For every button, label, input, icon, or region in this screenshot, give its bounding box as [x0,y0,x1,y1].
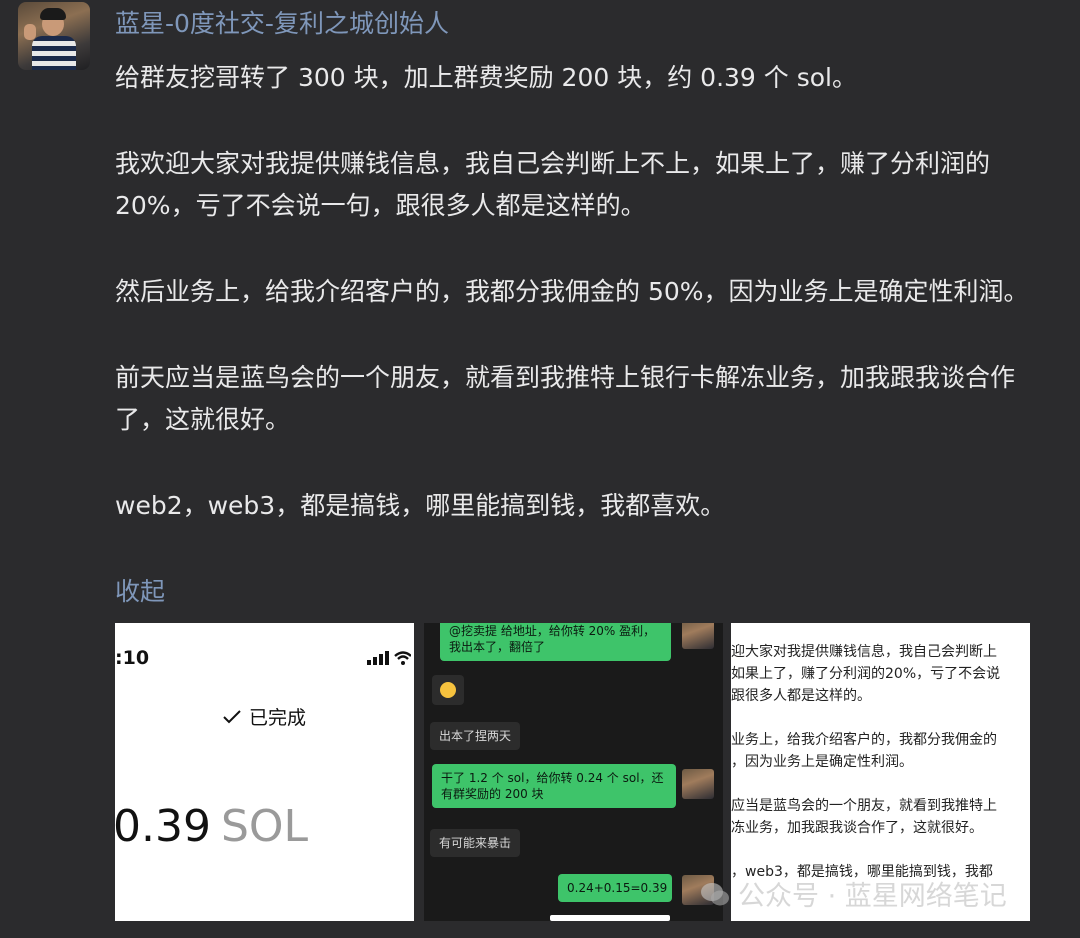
amount-unit: SOL [220,801,309,852]
signal-wifi-icon [367,651,411,665]
chat-emoji-bubble [432,675,464,705]
home-indicator [550,915,670,921]
avatar-hair [40,8,66,20]
chat-bubble-sent: 干了 1.2 个 sol，给你转 0.24 个 sol，还有群奖励的 200 块 [432,764,676,808]
cropped-paragraph: 应当是蓝鸟会的一个朋友，就看到我推特上 冻业务，加我跟我谈合作了，这就很好。 [731,795,1030,839]
message-paragraph: 给群友挖哥转了 300 块，加上群费奖励 200 块，约 0.39 个 sol。 [115,63,857,92]
username[interactable]: 蓝星-0度社交-复利之城创始人 [115,4,449,40]
chat-bubble-sent: 0.24+0.15=0.39 [558,874,672,902]
cropped-line: 应当是蓝鸟会的一个朋友，就看到我推特上 [731,798,997,814]
avatar-shirt [32,36,76,70]
completed-status: 已完成 [115,703,414,730]
chat-avatar [682,623,714,649]
chat-avatar [682,769,714,799]
attached-image-payment[interactable]: :10 已完成 0.39 SOL [115,623,414,921]
status-time: :10 [115,647,150,669]
chat-bubble-received: 出本了捏两天 [430,722,521,750]
watermark: 公众号 · 蓝星网络笔记 [700,874,1007,913]
message-paragraph: 然后业务上，给我介绍客户的，我都分我佣金的 50%，因为业务上是确定性利润。 [115,277,1029,306]
cropped-paragraph: 迎大家对我提供赚钱信息，我自己会判断上 如果上了，赚了分利润的20%，亏了不会说… [731,641,1030,707]
cropped-line: 跟很多人都是这样的。 [731,688,871,704]
avatar-hand [24,24,36,40]
collapse-link[interactable]: 收起 [115,572,165,608]
cropped-line: ，因为业务上是确定性利润。 [731,754,913,770]
chat-bubble-sent: @挖卖提 给地址，给你转 20% 盈利，我出本了，翻倍了 [440,623,671,661]
cropped-line: 业务上，给我介绍客户的，我都分我佣金的 [731,732,997,748]
completed-label: 已完成 [248,707,306,729]
message-paragraph: web2，web3，都是搞钱，哪里能搞到钱，我都喜欢。 [115,491,726,520]
amount-value: 0.39 [115,801,211,852]
message-body: 给群友挖哥转了 300 块，加上群费奖励 200 块，约 0.39 个 sol。… [115,57,1045,527]
message-paragraph: 我欢迎大家对我提供赚钱信息，我自己会判断上不上，如果上了，赚了分利润的 20%，… [115,149,991,220]
checkmark-icon [223,710,241,724]
cropped-line: 如果上了，赚了分利润的20%，亏了不会说 [731,666,1001,682]
chat-bubble-received: 有可能来暴击 [430,829,521,857]
grin-emoji-icon [440,682,456,698]
watermark-text: 公众号 · 蓝星网络笔记 [738,881,1007,912]
attached-image-chat[interactable]: @挖卖提 给地址，给你转 20% 盈利，我出本了，翻倍了 出本了捏两天 干了 1… [424,623,723,921]
cropped-line: 冻业务，加我跟我谈合作了，这就很好。 [731,820,983,836]
cropped-text: 迎大家对我提供赚钱信息，我自己会判断上 如果上了，赚了分利润的20%，亏了不会说… [731,641,1030,905]
avatar[interactable] [18,2,90,70]
cropped-paragraph: 业务上，给我介绍客户的，我都分我佣金的 ，因为业务上是确定性利润。 [731,729,1030,773]
cropped-line: 迎大家对我提供赚钱信息，我自己会判断上 [731,644,997,660]
wechat-icon [701,883,729,906]
message-paragraph: 前天应当是蓝鸟会的一个朋友，就看到我推特上银行卡解冻业务，加我跟我谈合作了，这就… [115,363,1016,434]
transfer-amount: 0.39 SOL [115,801,308,852]
